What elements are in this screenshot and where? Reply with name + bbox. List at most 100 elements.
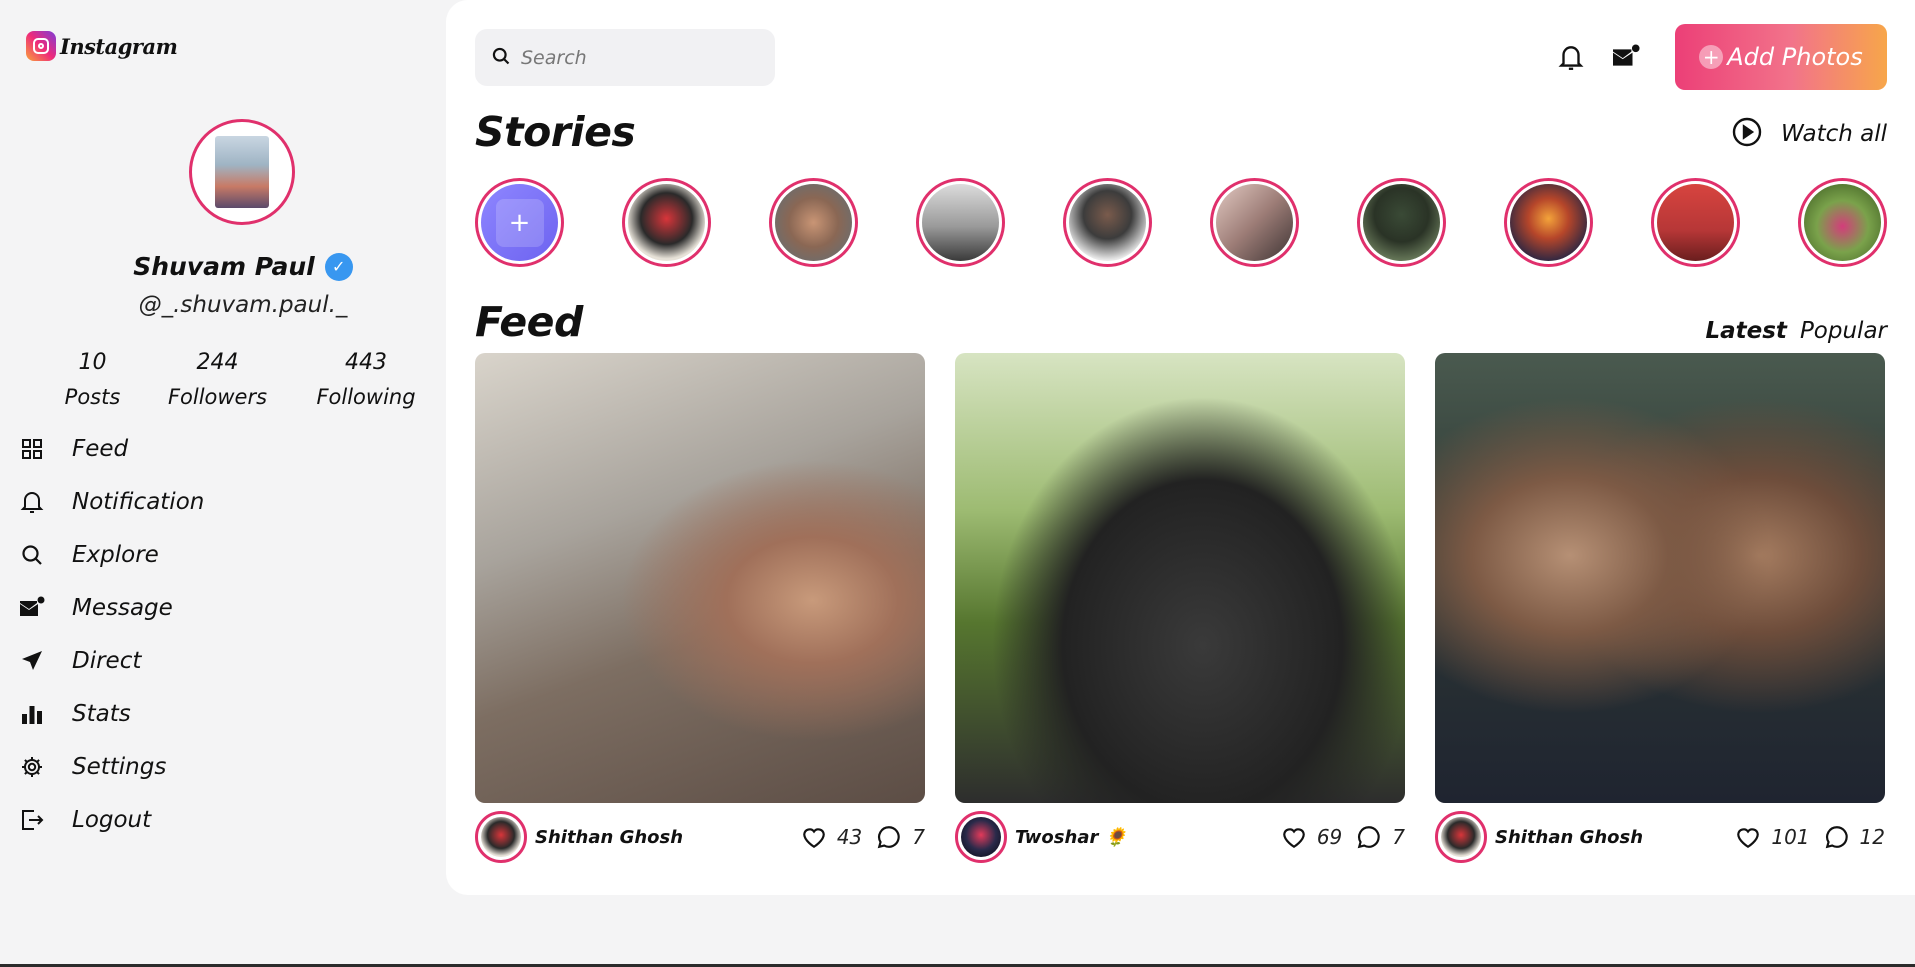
sidebar-item-label: Feed — [72, 435, 129, 462]
stories-title: Stories — [475, 108, 636, 156]
plus-icon: + — [495, 198, 544, 247]
post-image[interactable] — [955, 353, 1405, 803]
story-avatar — [1657, 184, 1734, 261]
mail-icon — [18, 594, 46, 622]
like-button[interactable]: 43 — [801, 825, 862, 849]
post-author[interactable]: Twoshar 🌻 — [1015, 827, 1267, 848]
comment-icon — [1825, 826, 1848, 849]
profile-name-row: Shuvam Paul ✓ — [0, 252, 486, 281]
add-story-button[interactable]: + — [475, 178, 564, 267]
sidebar-item-stats[interactable]: Stats — [18, 687, 204, 740]
story-avatar — [1804, 184, 1881, 261]
story-item[interactable] — [1357, 178, 1446, 267]
feed-posts: Shithan Ghosh 43 7 Twoshar 🌻 69 7 Shitha… — [475, 353, 1885, 863]
profile-avatar[interactable] — [189, 119, 295, 225]
main-content: + Add Photos Stories Watch all + Feed La… — [446, 0, 1915, 895]
post-card: Shithan Ghosh 43 7 — [475, 353, 925, 863]
author-avatar-image — [1441, 817, 1481, 857]
sidebar: Instagram Shuvam Paul ✓ @_.shuvam.paul._… — [0, 0, 446, 967]
comment-button[interactable]: 7 — [876, 824, 925, 850]
play-circle-icon — [1731, 116, 1763, 152]
post-meta: Shithan Ghosh 43 7 — [475, 811, 925, 863]
search-bar[interactable] — [475, 29, 775, 86]
story-item[interactable] — [916, 178, 1005, 267]
story-item[interactable] — [1063, 178, 1152, 267]
post-author[interactable]: Shithan Ghosh — [1495, 827, 1721, 848]
sidebar-item-label: Direct — [72, 647, 142, 674]
sidebar-item-notification[interactable]: Notification — [18, 475, 204, 528]
sidebar-item-label: Notification — [72, 488, 205, 515]
post-meta: Shithan Ghosh 101 12 — [1435, 811, 1885, 863]
profile-avatar-image — [215, 136, 269, 208]
author-avatar[interactable] — [1435, 811, 1487, 863]
post-image[interactable] — [1435, 353, 1885, 803]
search-icon — [18, 541, 46, 569]
author-avatar[interactable] — [955, 811, 1007, 863]
author-avatar-image — [481, 817, 521, 857]
watch-all-button[interactable]: Watch all — [1731, 116, 1887, 152]
post-card: Shithan Ghosh 101 12 — [1435, 353, 1885, 863]
profile-stats: 10 Posts 244 Followers 443 Following — [40, 350, 442, 409]
tab-latest[interactable]: Latest — [1705, 318, 1786, 344]
sidebar-menu: Feed Notification Explore Message Direct — [18, 422, 204, 846]
stat-label: Followers — [167, 385, 268, 409]
story-item[interactable] — [769, 178, 858, 267]
comment-button[interactable]: 7 — [1356, 824, 1405, 850]
story-avatar — [1363, 184, 1440, 261]
stories-row: + — [475, 178, 1887, 267]
sidebar-item-label: Explore — [72, 541, 159, 568]
add-photos-button[interactable]: + Add Photos — [1675, 24, 1887, 90]
profile-handle: @_.shuvam.paul._ — [138, 292, 348, 318]
logout-icon — [18, 806, 46, 834]
feed-title: Feed — [475, 298, 583, 346]
notification-bell-icon[interactable] — [1551, 37, 1591, 77]
stat-posts[interactable]: 10 Posts — [40, 350, 145, 409]
sidebar-item-explore[interactable]: Explore — [18, 528, 204, 581]
sidebar-item-settings[interactable]: Settings — [18, 740, 204, 793]
feed-tabs: Latest Popular — [1705, 318, 1887, 344]
story-item[interactable] — [622, 178, 711, 267]
sidebar-item-label: Logout — [72, 806, 152, 833]
sidebar-item-label: Message — [72, 594, 173, 621]
instagram-logo[interactable]: Instagram — [26, 31, 178, 61]
sidebar-item-direct[interactable]: Direct — [18, 634, 204, 687]
stat-value: 10 — [78, 350, 107, 375]
story-item[interactable] — [1504, 178, 1593, 267]
send-icon — [18, 647, 46, 675]
search-icon — [491, 46, 511, 70]
post-author[interactable]: Shithan Ghosh — [535, 827, 787, 848]
story-avatar — [1069, 184, 1146, 261]
comment-button[interactable]: 12 — [1824, 824, 1885, 850]
author-avatar[interactable] — [475, 811, 527, 863]
tab-popular[interactable]: Popular — [1800, 318, 1887, 344]
comment-icon — [877, 826, 900, 849]
story-avatar — [1510, 184, 1587, 261]
bell-icon — [18, 488, 46, 516]
story-item[interactable] — [1798, 178, 1887, 267]
like-button[interactable]: 101 — [1735, 825, 1810, 849]
comment-count: 12 — [1859, 825, 1885, 849]
stat-value: 244 — [196, 350, 239, 375]
verified-badge-icon: ✓ — [324, 252, 353, 281]
profile-name: Shuvam Paul — [133, 252, 315, 281]
stat-following[interactable]: 443 Following — [290, 350, 442, 409]
sidebar-item-logout[interactable]: Logout — [18, 793, 204, 846]
story-item[interactable] — [1210, 178, 1299, 267]
stat-label: Following — [316, 385, 416, 409]
like-count: 69 — [1316, 825, 1343, 849]
stat-followers[interactable]: 244 Followers — [145, 350, 290, 409]
search-input[interactable] — [521, 46, 751, 69]
like-button[interactable]: 69 — [1281, 825, 1342, 849]
sidebar-item-message[interactable]: Message — [18, 581, 204, 634]
heart-icon — [1737, 828, 1760, 849]
post-image[interactable] — [475, 353, 925, 803]
like-count: 101 — [1771, 825, 1810, 849]
messages-mail-icon[interactable] — [1606, 37, 1646, 77]
post-card: Twoshar 🌻 69 7 — [955, 353, 1405, 863]
add-photos-label: Add Photos — [1727, 43, 1863, 71]
story-item[interactable] — [1651, 178, 1740, 267]
stat-label: Posts — [64, 385, 121, 409]
comment-count: 7 — [912, 825, 925, 849]
sidebar-item-feed[interactable]: Feed — [18, 422, 204, 475]
grid-icon — [18, 435, 46, 463]
